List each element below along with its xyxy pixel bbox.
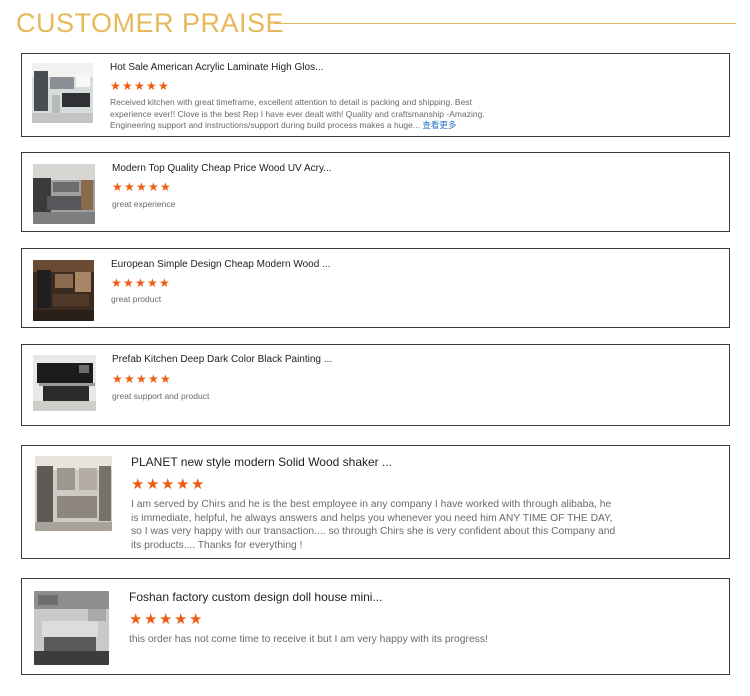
rating-stars: ★ ★ ★ ★ ★ [112, 372, 172, 386]
star-icon: ★ [123, 276, 134, 290]
rating-stars: ★ ★ ★ ★ ★ [131, 476, 206, 493]
review-product-title[interactable]: PLANET new style modern Solid Wood shake… [131, 455, 392, 469]
star-icon: ★ [160, 180, 171, 194]
star-icon: ★ [112, 180, 123, 194]
review-product-title[interactable]: Prefab Kitchen Deep Dark Color Black Pai… [112, 354, 332, 365]
star-icon: ★ [122, 79, 133, 93]
star-icon: ★ [176, 476, 190, 493]
review-product-title[interactable]: European Simple Design Cheap Modern Wood… [111, 259, 330, 270]
star-icon: ★ [146, 79, 157, 93]
review-text: great product [111, 294, 162, 304]
rating-stars: ★ ★ ★ ★ ★ [129, 611, 204, 628]
review-text: great support and product [112, 391, 210, 401]
shaker-kitchen-photo-icon [35, 456, 112, 531]
star-icon: ★ [136, 372, 147, 386]
star-icon: ★ [131, 476, 145, 493]
grey-island-kitchen-photo-icon [34, 591, 109, 665]
review-text: this order has not come time to receive … [129, 634, 488, 645]
dark-wood-kitchen-photo-icon [33, 260, 94, 321]
review-card: Modern Top Quality Cheap Price Wood UV A… [21, 152, 730, 232]
review-card: Foshan factory custom design doll house … [21, 578, 730, 675]
section-header: CUSTOMER PRAISE [16, 8, 736, 42]
product-thumbnail[interactable] [33, 355, 96, 411]
star-icon: ★ [135, 276, 146, 290]
star-icon: ★ [159, 611, 173, 628]
review-card: PLANET new style modern Solid Wood shake… [21, 445, 730, 559]
star-icon: ★ [111, 276, 122, 290]
star-icon: ★ [148, 372, 159, 386]
product-thumbnail[interactable] [35, 456, 112, 531]
star-icon: ★ [148, 180, 159, 194]
rating-stars: ★ ★ ★ ★ ★ [110, 79, 170, 93]
star-icon: ★ [160, 372, 171, 386]
view-more-link[interactable]: 查看更多 [422, 120, 456, 130]
product-thumbnail[interactable] [33, 164, 95, 224]
product-thumbnail[interactable] [32, 63, 93, 123]
star-icon: ★ [136, 180, 147, 194]
star-icon: ★ [147, 276, 158, 290]
star-icon: ★ [124, 180, 135, 194]
review-product-title[interactable]: Modern Top Quality Cheap Price Wood UV A… [112, 163, 332, 174]
star-icon: ★ [191, 476, 205, 493]
product-thumbnail[interactable] [33, 260, 94, 321]
star-icon: ★ [110, 79, 121, 93]
star-icon: ★ [159, 276, 170, 290]
grey-kitchen-photo-icon [33, 164, 95, 224]
white-kitchen-photo-icon [32, 63, 93, 123]
star-icon: ★ [174, 611, 188, 628]
review-product-title[interactable]: Foshan factory custom design doll house … [129, 590, 382, 604]
rating-stars: ★ ★ ★ ★ ★ [112, 180, 172, 194]
star-icon: ★ [161, 476, 175, 493]
black-kitchen-photo-icon [33, 355, 96, 411]
review-text: great experience [112, 199, 176, 209]
review-text: Received kitchen with great timeframe, e… [110, 97, 485, 130]
star-icon: ★ [124, 372, 135, 386]
star-icon: ★ [158, 79, 169, 93]
star-icon: ★ [112, 372, 123, 386]
product-thumbnail[interactable] [34, 591, 109, 665]
review-card: Prefab Kitchen Deep Dark Color Black Pai… [21, 344, 730, 426]
review-card: European Simple Design Cheap Modern Wood… [21, 248, 730, 328]
page-title: CUSTOMER PRAISE [16, 8, 285, 38]
star-icon: ★ [134, 79, 145, 93]
review-card: Hot Sale American Acrylic Laminate High … [21, 53, 730, 137]
star-icon: ★ [144, 611, 158, 628]
rating-stars: ★ ★ ★ ★ ★ [111, 276, 171, 290]
header-divider [274, 23, 736, 24]
star-icon: ★ [189, 611, 203, 628]
review-text: I am served by Chirs and he is the best … [131, 499, 616, 551]
star-icon: ★ [146, 476, 160, 493]
review-product-title[interactable]: Hot Sale American Acrylic Laminate High … [110, 62, 323, 73]
star-icon: ★ [129, 611, 143, 628]
